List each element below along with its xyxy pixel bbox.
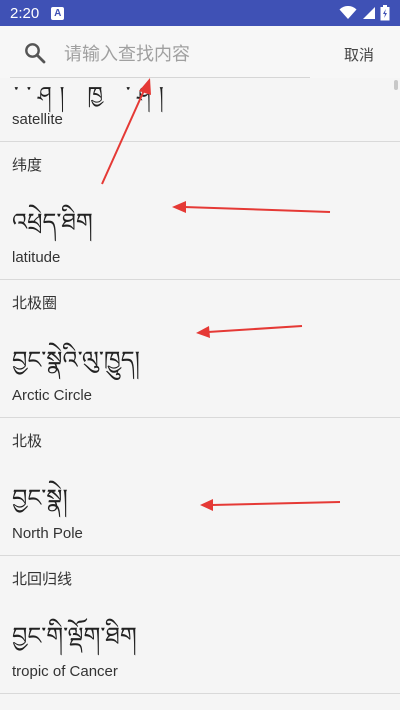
cancel-button[interactable]: 取消 bbox=[344, 44, 374, 65]
status-icons bbox=[339, 5, 390, 21]
search-input[interactable] bbox=[62, 38, 316, 70]
chinese-term: 北极圈 bbox=[12, 294, 58, 312]
chinese-term: 纬度 bbox=[12, 156, 43, 174]
status-time: 2:20 bbox=[10, 4, 40, 22]
battery-icon bbox=[380, 5, 390, 21]
english-term: Arctic Circle bbox=[12, 387, 93, 404]
english-term: latitude bbox=[12, 249, 61, 266]
list-item-north-pole[interactable]: 北极 བྱང་སྣེ། North Pole bbox=[0, 418, 400, 556]
search-bar: 取消 bbox=[0, 26, 400, 78]
list-item-arctic-circle[interactable]: 北极圈 བྱང་སྣེའི་ལུ་ཁྱུད། Arctic Circle bbox=[0, 280, 400, 418]
search-icon bbox=[25, 43, 46, 64]
chinese-term: 北回归线 bbox=[12, 570, 73, 588]
list-item-satellite[interactable]: ་་ཤ། ཁྱ ་ཤ། satellite bbox=[0, 78, 400, 141]
chinese-term: 北极 bbox=[12, 432, 43, 450]
english-term: tropic of Cancer bbox=[12, 663, 118, 680]
list-item-tropic-of-cancer[interactable]: 北回归线 བྱང་གི་ལྡོག་ཐིག tropic of Cancer bbox=[0, 556, 400, 694]
divider bbox=[0, 693, 400, 694]
wifi-icon bbox=[339, 6, 357, 19]
english-term: North Pole bbox=[12, 525, 83, 542]
signal-icon bbox=[363, 7, 375, 19]
list-item-latitude[interactable]: 纬度 འཕྲེད་ཐིག latitude bbox=[0, 142, 400, 280]
results-list: ་་ཤ། ཁྱ ་ཤ། satellite 纬度 འཕྲེད་ཐིག latit… bbox=[0, 78, 400, 710]
status-bar: 2:20 A bbox=[0, 0, 400, 26]
english-term: satellite bbox=[12, 111, 63, 128]
notification-icon: A bbox=[51, 6, 65, 20]
